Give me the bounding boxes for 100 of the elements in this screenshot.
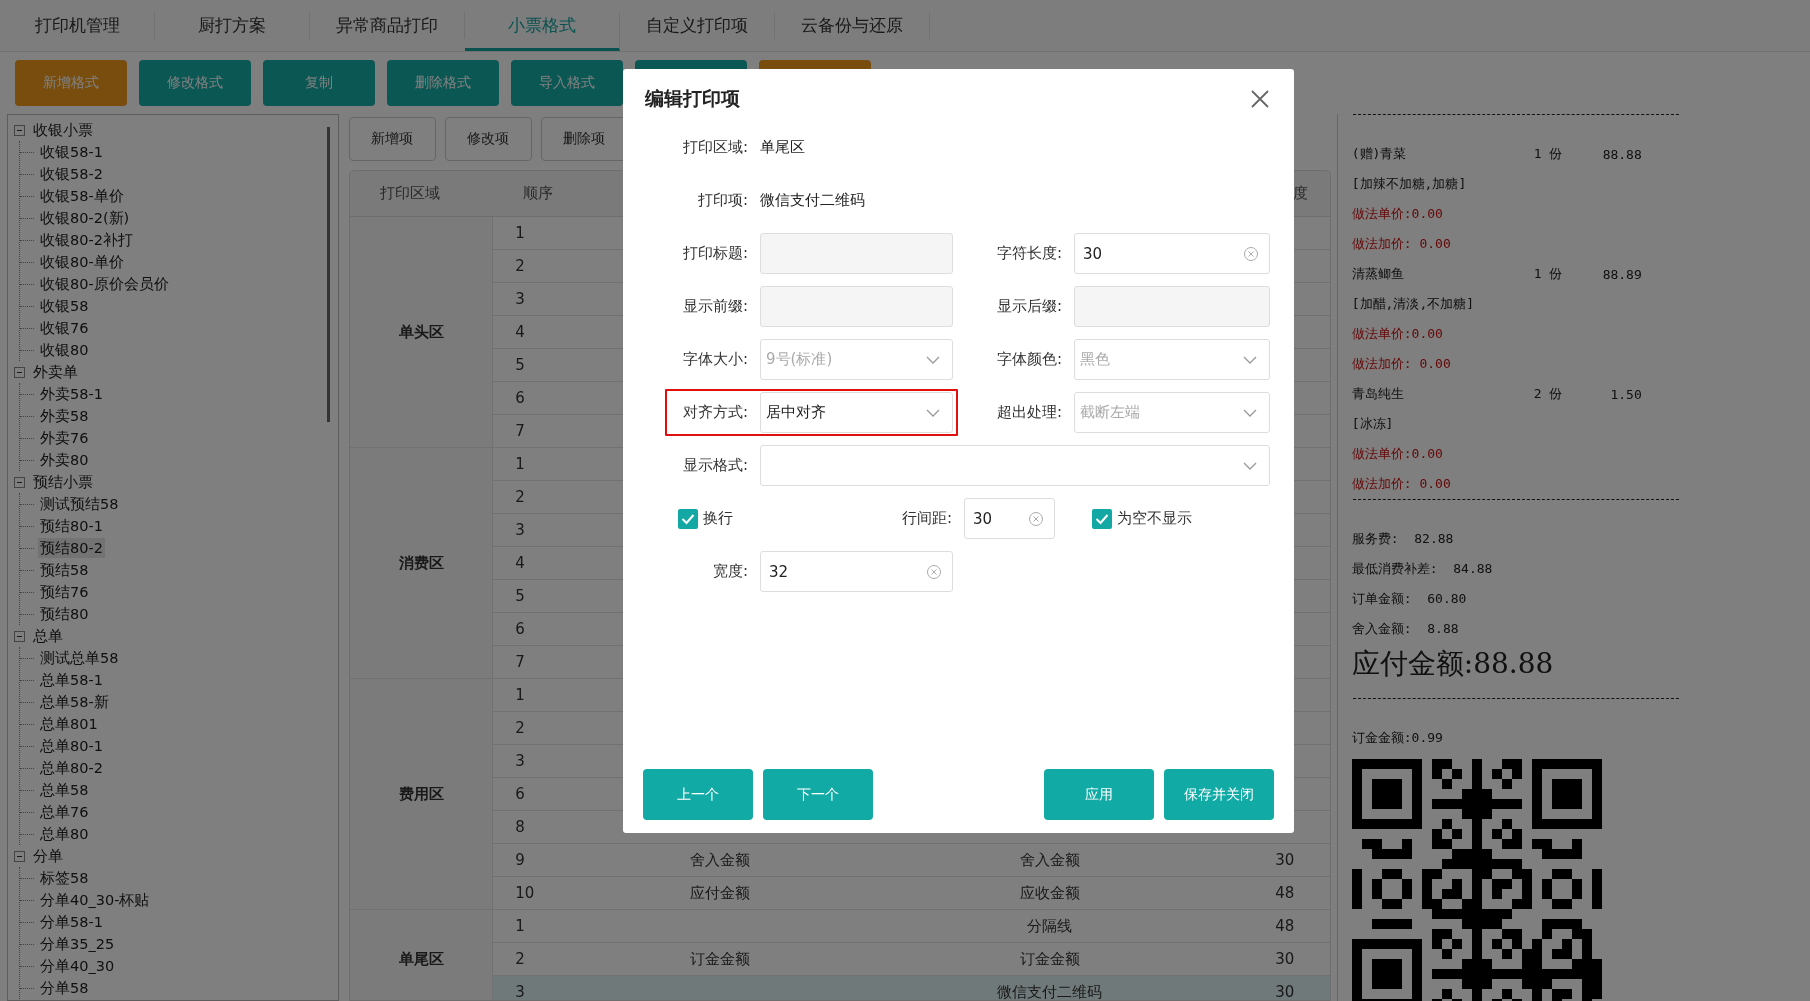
column-header[interactable]: 顺序 [522,184,553,202]
collapse-icon[interactable] [14,630,25,642]
table-cell: 2 [515,257,525,275]
collapse-icon[interactable] [14,124,25,136]
tree-item[interactable]: 测试预结58 [38,494,121,514]
dialog-button[interactable]: 上一个 [643,769,753,820]
checkbox[interactable] [1092,508,1113,529]
field-label: 超出处理: [995,403,1062,422]
table-cell: 3 [515,752,525,770]
tree-item[interactable]: 分单40_30-杯贴 [38,890,152,910]
tree-item[interactable]: 总单801 [38,714,100,734]
field-label: 字体颜色: [995,350,1062,369]
tree-item[interactable]: 收银76 [38,318,91,338]
input-field[interactable]: 30 [1074,233,1270,274]
column-header[interactable]: 打印区域 [379,184,440,202]
tree-item[interactable]: 收银80-2补打 [38,230,135,250]
tree-item[interactable]: 分单35_25 [38,934,117,954]
dropdown[interactable]: 居中对齐 [760,392,953,433]
tree-item[interactable]: 外卖76 [38,428,91,448]
table-cell: 单头区 [398,322,444,341]
tree-item[interactable]: 总单80-1 [38,736,105,756]
collapse-icon[interactable] [14,366,25,378]
table-cell: 30 [1275,851,1295,869]
tree-item[interactable]: 外卖58-1 [38,384,105,404]
table-cell: 4 [515,554,525,572]
tree-item[interactable]: 预结76 [38,582,91,602]
close-icon[interactable] [1250,89,1270,109]
checkbox-label[interactable]: 为空不显示 [1117,509,1193,528]
scrollbar[interactable] [326,127,330,422]
tree-item[interactable]: 预结小票 [31,472,95,492]
table-cell: 48 [1275,884,1295,902]
dialog-button[interactable]: 下一个 [763,769,873,820]
tree-item[interactable]: 总单58-1 [38,670,105,690]
tree-item[interactable]: 总单80-2 [38,758,105,778]
input-field[interactable]: 30 [964,498,1056,539]
toolbar-button[interactable]: 修改项 [444,117,532,161]
tree-item[interactable]: 外卖58 [38,406,91,426]
tree-item[interactable]: 收银58-1 [38,142,105,162]
tab[interactable]: 异常商品打印 [310,12,465,39]
tree-item[interactable]: 预结58 [38,560,91,580]
dropdown[interactable]: 截断左端 [1074,392,1270,433]
tab[interactable]: 厨打方案 [155,12,310,39]
tree-item[interactable]: 收银80-原价会员价 [38,274,171,294]
checkbox-label[interactable]: 换行 [703,509,733,528]
tree-item[interactable]: 收银58-2 [38,164,105,184]
tree-item[interactable]: 总单80 [38,824,91,844]
tree-item[interactable]: 收银80-2(新) [38,208,132,228]
tree-item[interactable]: 收银58 [38,296,91,316]
tree-item[interactable]: 标签58 [38,868,91,888]
input-field[interactable] [760,286,953,327]
tree-item[interactable]: 收银80 [38,340,91,360]
tree-item[interactable]: 收银小票 [31,120,95,140]
collapse-icon[interactable] [14,476,25,488]
checkbox[interactable] [678,508,698,529]
input-field[interactable]: 32 [760,551,953,592]
tree-item[interactable]: 分单58-1 [38,912,105,932]
selected-row[interactable]: 3 微信支付二维码 30 [349,975,1330,1000]
item-price: 88.88 [1601,146,1642,162]
tree-item[interactable]: 总单 [31,626,65,646]
table-cell: 微信支付二维码 [997,982,1103,1000]
clear-icon[interactable] [926,563,942,580]
dialog-button[interactable]: 保存并关闭 [1164,769,1274,820]
table-cell: 30 [1275,983,1295,1000]
tab[interactable]: 打印机管理 [0,12,155,39]
table-cell: 48 [1275,917,1295,935]
tree-item[interactable]: 外卖单 [31,362,80,382]
clear-icon[interactable] [1028,510,1045,527]
column-header[interactable]: 度 [1292,184,1308,202]
summary-line: 订金金额:0.99 [1351,729,1444,747]
tree-item[interactable]: 收银80-单价 [38,252,126,272]
dialog-button[interactable]: 应用 [1044,769,1154,820]
tree-item[interactable]: 预结80 [38,604,91,624]
clear-icon[interactable] [1243,245,1259,262]
field-label: 字体大小: [681,350,748,369]
input-field[interactable] [1074,286,1270,327]
tab[interactable]: 云备份与还原 [775,12,930,39]
chevron-down-icon [1243,461,1257,470]
tab[interactable]: 自定义打印项 [620,12,775,39]
total-amount: 应付金额:88.88 [1351,646,1555,682]
tree-item[interactable]: 总单76 [38,802,91,822]
tree-item[interactable]: 分单 [31,846,65,866]
table-cell: 6 [515,620,525,638]
item-name: 清蒸鲫鱼 [1351,265,1405,283]
tree-item[interactable]: 预结80-1 [38,516,105,536]
tree-item[interactable]: 测试总单58 [38,648,121,668]
collapse-icon[interactable] [14,850,25,862]
tree-item[interactable]: 总单58-新 [38,692,111,712]
tree-item[interactable]: 分单58 [38,978,91,998]
tree-item[interactable]: 收银58-单价 [38,186,126,206]
chevron-down-icon [926,408,940,417]
dropdown[interactable]: 黑色 [1074,339,1270,380]
tree-item[interactable]: 预结80-2 [38,538,105,558]
item-quantity: 1 份 [1533,265,1564,283]
table-cell: 6 [515,785,525,803]
tree-item[interactable]: 外卖80 [38,450,91,470]
tree-item[interactable]: 分单40_30 [38,956,117,976]
toolbar-button[interactable]: 新增项 [348,117,436,161]
input-field[interactable] [760,233,953,274]
tree-item[interactable]: 总单58 [38,780,91,800]
table-cell: 10 [515,884,535,902]
